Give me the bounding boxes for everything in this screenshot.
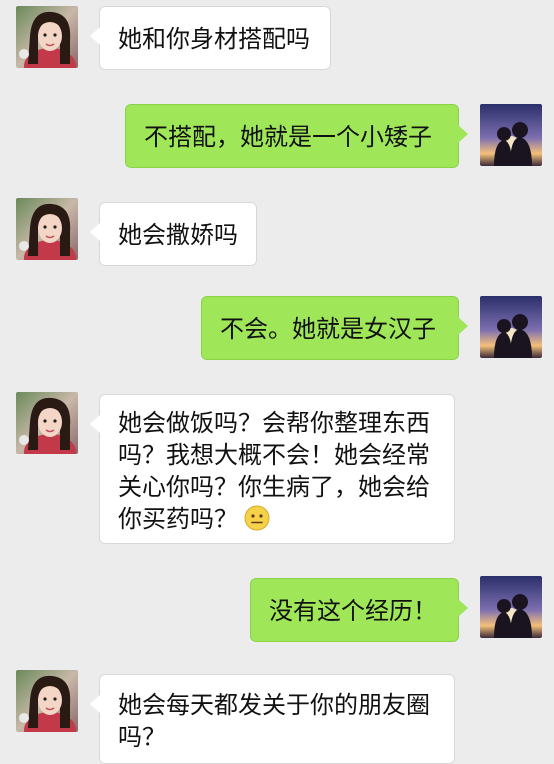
outgoing-message-bubble[interactable]: 不会。她就是女汉子: [201, 296, 468, 360]
incoming-message-bubble[interactable]: 她会撒娇吗: [90, 202, 257, 266]
outgoing-message-bubble[interactable]: 不搭配，她就是一个小矮子: [125, 104, 468, 168]
couple-sunset-avatar-icon: [480, 104, 542, 166]
message-text: 她会撒娇吗: [118, 221, 238, 249]
contact-avatar[interactable]: [16, 670, 78, 732]
message-text: 她和你身材搭配吗: [118, 25, 310, 53]
message-text: 不搭配，她就是一个小矮子: [144, 123, 432, 151]
contact-avatar[interactable]: [16, 198, 78, 260]
girl-portrait-avatar-icon: [16, 392, 78, 454]
message-text: 她会每天都发关于你的朋友圈吗？: [118, 691, 430, 751]
outgoing-message-bubble[interactable]: 没有这个经历！: [250, 578, 468, 642]
message-text: 没有这个经历！: [269, 597, 437, 625]
girl-portrait-avatar-icon: [16, 6, 78, 68]
girl-portrait-avatar-icon: [16, 198, 78, 260]
couple-sunset-avatar-icon: [480, 576, 542, 638]
contact-avatar[interactable]: [16, 6, 78, 68]
message-text: 她会做饭吗？会帮你整理东西吗？我想大概不会！她会经常关心你吗？你生病了，她会给你…: [118, 409, 430, 533]
girl-portrait-avatar-icon: [16, 670, 78, 732]
chat-conversation: 她和你身材搭配吗 不搭配，她就是一个小矮子 她会撒娇吗 不会。她就是女汉子 她会…: [0, 0, 554, 764]
my-avatar[interactable]: [480, 104, 542, 166]
neutral-face-icon: [244, 505, 270, 531]
contact-avatar[interactable]: [16, 392, 78, 454]
message-text: 不会。她就是女汉子: [220, 315, 436, 343]
incoming-message-bubble[interactable]: 她会做饭吗？会帮你整理东西吗？我想大概不会！她会经常关心你吗？你生病了，她会给你…: [90, 394, 455, 544]
my-avatar[interactable]: [480, 296, 542, 358]
my-avatar[interactable]: [480, 576, 542, 638]
couple-sunset-avatar-icon: [480, 296, 542, 358]
incoming-message-bubble[interactable]: 她和你身材搭配吗: [90, 6, 331, 70]
